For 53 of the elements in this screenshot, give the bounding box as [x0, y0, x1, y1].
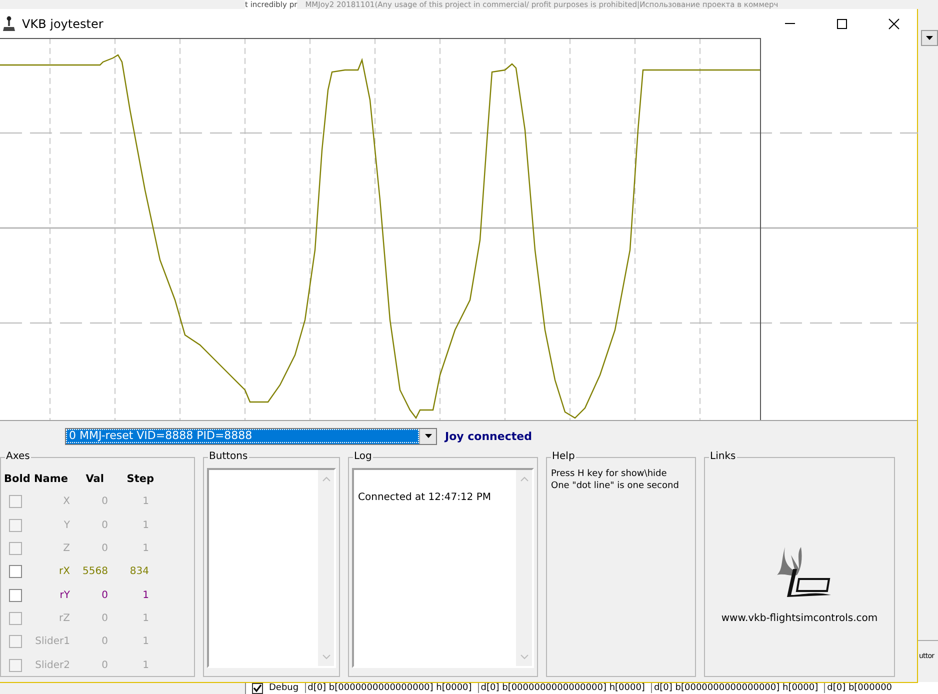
axis-value: 5568	[82, 566, 108, 578]
axis-step: 1	[108, 612, 158, 624]
help-text: One "dot line" is one second	[551, 480, 680, 492]
help-text: Press H key for show\hide	[551, 468, 668, 480]
axis-value: 0	[100, 612, 108, 624]
column-header: Step	[126, 472, 155, 485]
bold-checkbox[interactable]	[9, 565, 22, 578]
axis-value: 0	[100, 496, 108, 508]
axis-name: rZ	[58, 612, 70, 624]
axis-name: Y	[62, 520, 70, 531]
debug-label: Debug	[269, 683, 299, 693]
log-entry: Connected at 12:47:12 PM	[358, 492, 492, 503]
column-header: Bold	[4, 472, 30, 485]
axis-value: 0	[100, 520, 108, 531]
axis-step: 1	[108, 496, 158, 508]
axis-step: 1	[108, 590, 158, 601]
website-link[interactable]: www.vkb-flightsimcontrols.com	[721, 613, 878, 624]
axis-name: Z	[62, 543, 70, 554]
connection-status: Joy connected	[445, 430, 532, 442]
group-title: Buttons	[208, 451, 249, 462]
bold-checkbox[interactable]	[9, 588, 22, 602]
group-title: Links	[709, 451, 737, 462]
dropdown-button[interactable]	[921, 30, 938, 46]
axis-name: Slider1	[34, 636, 70, 648]
axis-step: 1	[108, 636, 158, 648]
close-icon	[888, 18, 900, 30]
column-header: Name	[33, 472, 69, 485]
debug-checkbox[interactable]	[252, 682, 263, 694]
joystick-icon	[2, 16, 16, 32]
axis-value: 0	[100, 543, 108, 554]
device-dropdown[interactable]: 0 MMJ-reset VID=8888 PID=8888	[65, 428, 437, 444]
group-title: Log	[353, 451, 373, 462]
axis-step: 1	[108, 660, 158, 671]
axis-step: 1	[108, 543, 158, 554]
axis-value: 0	[100, 660, 108, 671]
group-title: Help	[551, 451, 576, 462]
minimize-icon	[784, 23, 796, 24]
axis-name: rX	[58, 566, 70, 578]
group-title: Axes	[5, 451, 31, 462]
window-title: VKB joytester	[22, 16, 104, 30]
axis-name: Slider2	[34, 660, 70, 671]
axis-value: 0	[100, 590, 108, 601]
axis-step: 1	[108, 520, 158, 531]
axis-value: 0	[100, 636, 108, 648]
column-header: Val	[84, 472, 105, 485]
axis-name: X	[62, 496, 70, 508]
scrollbar[interactable]	[318, 470, 334, 666]
caret-icon	[925, 35, 934, 41]
caret-icon	[424, 433, 432, 439]
maximize-icon	[836, 18, 848, 30]
axis-step: 834	[108, 566, 158, 578]
axis-name: rY	[58, 590, 70, 601]
scrollbar[interactable]	[516, 470, 532, 666]
